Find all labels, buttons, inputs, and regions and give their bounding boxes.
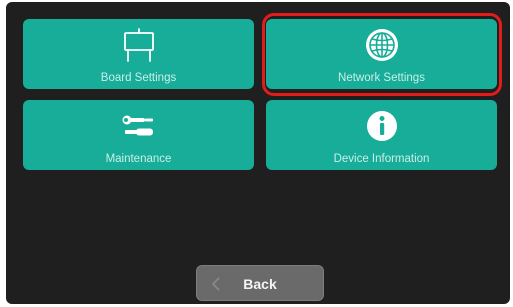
back-button[interactable]: Back	[196, 265, 324, 301]
settings-screen: Board Settings Network Settings Maintena…	[6, 2, 510, 304]
maintenance-label: Maintenance	[105, 153, 172, 165]
device-information-label: Device Information	[333, 153, 430, 165]
board-icon	[123, 28, 154, 62]
network-settings-button[interactable]: Network Settings	[266, 19, 497, 89]
wrench-screwdriver-icon	[122, 115, 153, 136]
back-label: Back	[243, 276, 277, 292]
board-settings-label: Board Settings	[100, 72, 177, 84]
globe-icon	[365, 29, 398, 61]
network-settings-label: Network Settings	[338, 72, 425, 84]
board-settings-button[interactable]: Board Settings	[23, 19, 254, 89]
maintenance-button[interactable]: Maintenance	[23, 100, 254, 170]
info-icon	[366, 111, 397, 141]
device-information-button[interactable]: Device Information	[266, 100, 497, 170]
